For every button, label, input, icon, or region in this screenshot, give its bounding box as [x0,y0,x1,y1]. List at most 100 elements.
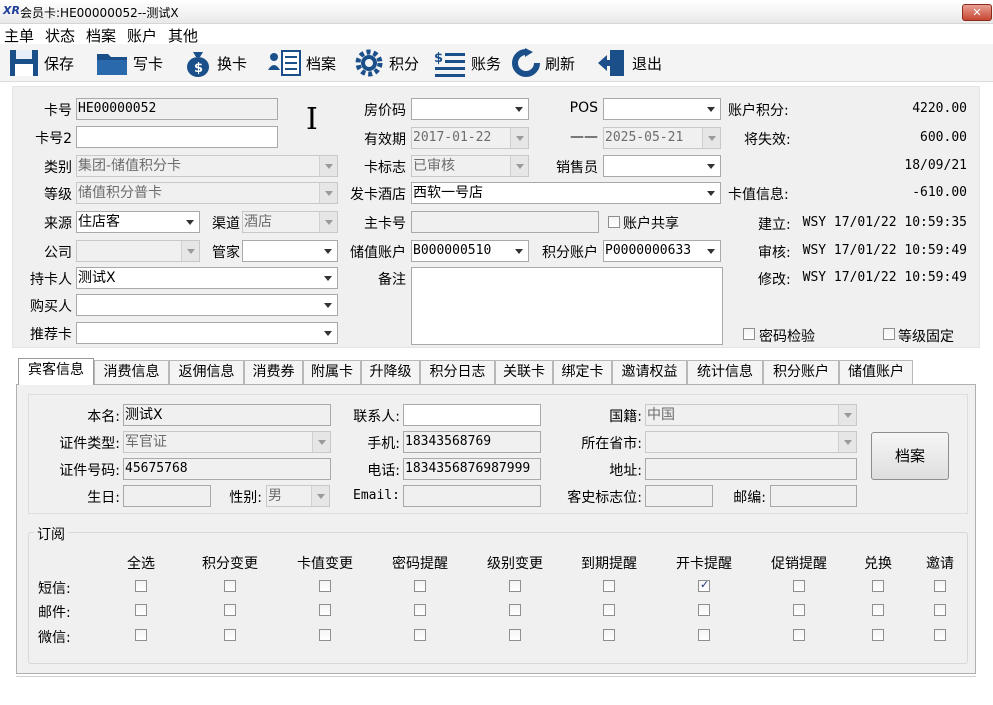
subscribe-checkbox[interactable] [872,629,884,641]
change-card-button[interactable]: $ 换卡 [183,47,247,79]
subscribe-checkbox[interactable] [934,580,946,592]
subscribe-checkbox[interactable] [509,629,521,641]
subscribe-checkbox[interactable] [603,580,615,592]
archive-button[interactable]: 档案 [871,432,949,480]
tab-sub-card[interactable]: 附属卡 [303,360,361,385]
address-field[interactable] [645,458,857,480]
exit-button[interactable]: 退出 [596,47,662,79]
name-field[interactable]: 测试X [123,404,331,426]
subscribe-checkbox[interactable] [793,604,805,616]
remark-textarea[interactable] [411,267,723,345]
subscribe-checkbox[interactable] [509,604,521,616]
tab-points-account[interactable]: 积分账户 [763,360,839,385]
valid-to-field[interactable]: 2025-05-21 [603,127,721,149]
company-select[interactable] [76,240,200,262]
subscribe-checkbox[interactable] [224,580,236,592]
account-button[interactable]: $ 账务 [433,47,501,79]
channel-select[interactable]: 酒店 [242,211,338,233]
subscribe-checkbox[interactable] [793,629,805,641]
subscribe-checkbox[interactable] [319,580,331,592]
subscribe-checkbox[interactable] [603,629,615,641]
subscribe-checkbox[interactable] [934,629,946,641]
subscribe-checkbox[interactable] [224,629,236,641]
stored-account-select[interactable]: B000000510 [411,240,529,262]
sales-select[interactable] [603,155,721,177]
buyer-select[interactable] [76,294,338,316]
tab-level-change[interactable]: 升降级 [361,360,420,385]
province-select[interactable] [645,431,857,453]
tab-bound-card[interactable]: 绑定卡 [553,360,612,385]
tab-guest-info[interactable]: 宾客信息 [18,358,94,385]
gender-select[interactable]: 男 [266,485,330,507]
refresh-button[interactable]: 刷新 [511,47,575,79]
password-check-checkbox[interactable] [743,328,755,340]
archive-toolbar-button[interactable]: 档案 [266,47,336,79]
birthday-field[interactable] [123,485,211,507]
referrer-select[interactable] [76,322,338,344]
menu-status[interactable]: 状态 [45,25,75,46]
tab-commission[interactable]: 返佣信息 [169,360,244,385]
pos-select[interactable] [603,98,721,120]
subscribe-checkbox[interactable] [135,580,147,592]
phone-field[interactable]: 1834356876987999 [403,458,541,480]
subscribe-checkbox[interactable] [135,604,147,616]
tab-invite-rights[interactable]: 邀请权益 [612,360,687,385]
contact-label: 联系人: [353,409,400,425]
subscribe-checkbox[interactable] [319,604,331,616]
save-button[interactable]: 保存 [8,47,74,79]
tab-stored-account[interactable]: 储值账户 [839,360,913,385]
level-select[interactable]: 储值积分普卡 [76,182,338,204]
type-select[interactable]: 集团-储值积分卡 [76,155,338,177]
issue-hotel-select[interactable]: 西软一号店 [411,182,721,204]
guest-flag-field[interactable] [645,485,713,507]
source-select[interactable]: 住店客 [76,211,200,233]
menu-archive[interactable]: 档案 [86,25,116,46]
valid-from-field[interactable]: 2017-01-22 [411,127,529,149]
zip-field[interactable] [770,485,857,507]
write-card-button[interactable]: 写卡 [95,47,163,79]
subscribe-checkbox[interactable] [793,580,805,592]
mobile-field[interactable]: 18343568769 [403,431,541,453]
tab-statistics[interactable]: 统计信息 [687,360,763,385]
contact-field[interactable] [403,404,541,426]
id-no-field[interactable]: 45675768 [123,458,331,480]
butler-label: 管家 [212,245,240,261]
subscribe-checkbox[interactable] [872,580,884,592]
id-type-select[interactable]: 军官证 [123,431,331,453]
nation-select[interactable]: 中国 [645,404,857,426]
subscribe-checkbox[interactable] [224,604,236,616]
subscribe-checkbox[interactable] [698,604,710,616]
menu-other[interactable]: 其他 [168,25,198,46]
subscribe-checkbox[interactable] [414,580,426,592]
card-no-field[interactable]: HE00000052 [76,98,278,120]
master-card-field[interactable] [411,211,599,233]
room-rate-select[interactable] [411,98,529,120]
tab-consumption[interactable]: 消费信息 [94,360,169,385]
subscribe-checkbox[interactable] [698,629,710,641]
stored-summary-value: -610.00 [912,185,967,200]
subscribe-checkbox[interactable] [603,604,615,616]
subscribe-checkbox[interactable] [872,604,884,616]
subscribe-checkbox[interactable] [934,604,946,616]
points-account-select[interactable]: P0000000633 [603,240,721,262]
tab-points-log[interactable]: 积分日志 [420,360,495,385]
menu-main[interactable]: 主单 [4,25,34,46]
card-flag-select[interactable]: 已审核 [411,155,529,177]
menu-account[interactable]: 账户 [127,25,157,46]
points-button[interactable]: 积分 [353,47,419,79]
share-account-checkbox[interactable] [608,216,620,228]
subscribe-checkbox[interactable] [414,629,426,641]
close-button[interactable]: ✕ [962,4,992,21]
subscribe-checkbox[interactable] [319,629,331,641]
tab-linked-card[interactable]: 关联卡 [495,360,553,385]
butler-select[interactable] [242,240,338,262]
tab-coupon[interactable]: 消费券 [244,360,303,385]
subscribe-checkbox[interactable] [135,629,147,641]
holder-select[interactable]: 测试X [76,267,338,289]
level-fixed-checkbox[interactable] [883,328,895,340]
email-field[interactable] [403,485,541,507]
subscribe-checkbox[interactable] [698,578,710,592]
card-no2-field[interactable] [76,126,278,148]
subscribe-checkbox[interactable] [414,604,426,616]
subscribe-checkbox[interactable] [509,580,521,592]
